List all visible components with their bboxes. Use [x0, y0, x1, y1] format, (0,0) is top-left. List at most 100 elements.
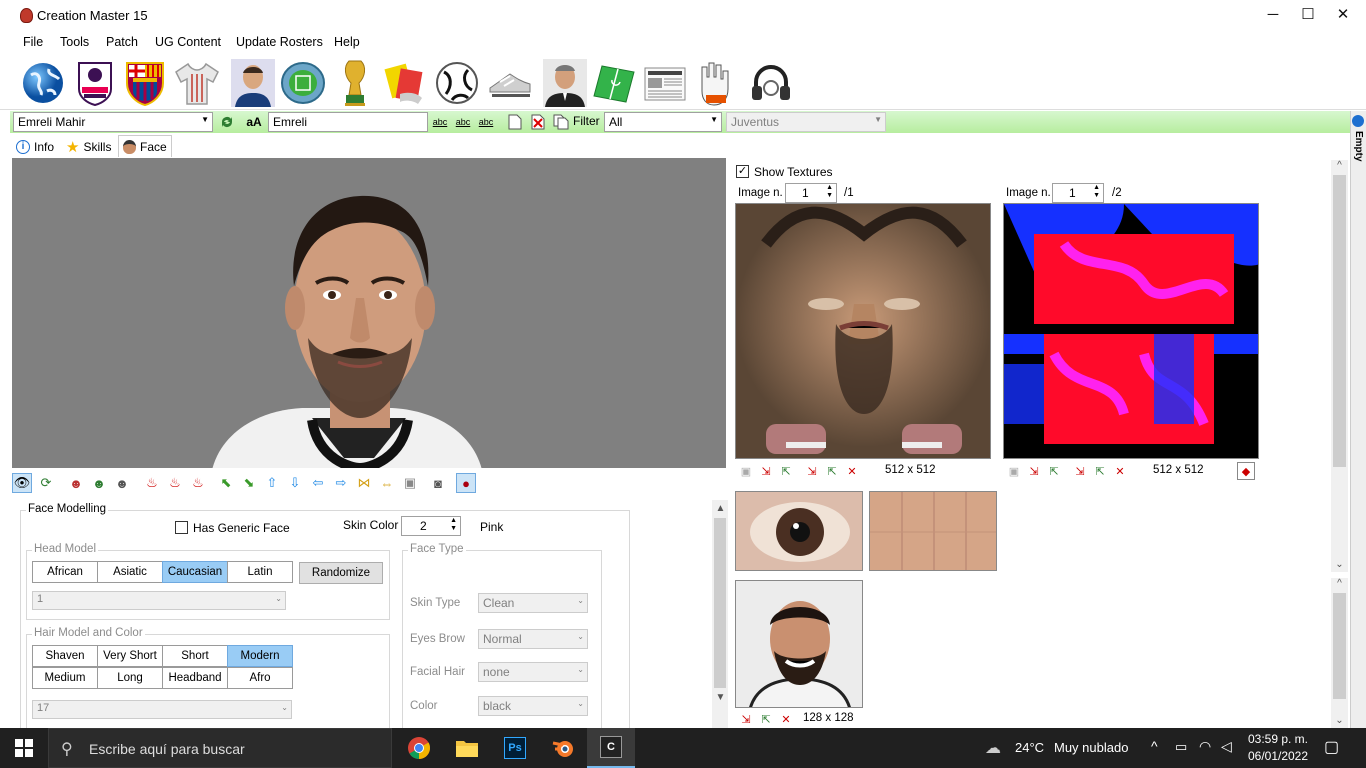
headphones-icon[interactable]: [748, 59, 794, 107]
world-cup-trophy-icon[interactable]: [332, 59, 378, 107]
generic-face-checkbox[interactable]: [175, 521, 188, 534]
image1-spinner[interactable]: 1 ▲ ▼: [785, 183, 837, 203]
zoom-out-icon[interactable]: ⇔: [377, 473, 397, 493]
menu-file[interactable]: File: [19, 35, 47, 49]
hair-afro[interactable]: Afro: [227, 667, 293, 689]
abc-spell-button-3[interactable]: abc: [476, 112, 496, 132]
move-up-icon[interactable]: ⇧: [262, 473, 282, 493]
notifications-icon[interactable]: ▢: [1324, 737, 1339, 757]
move-down-icon[interactable]: ⇩: [285, 473, 305, 493]
match-ball-icon[interactable]: [434, 59, 480, 107]
eye-icon[interactable]: 👁: [12, 473, 32, 493]
import-icon[interactable]: ⇱: [1045, 462, 1063, 480]
clock-time[interactable]: 03:59 p. m.: [1247, 732, 1309, 746]
textures-scrollbar-bottom[interactable]: ^ ⌄: [1331, 578, 1348, 728]
hair-modern[interactable]: Modern: [227, 645, 293, 667]
color-combo[interactable]: black ⌄: [478, 696, 588, 716]
textures-scrollbar-top[interactable]: ^ ⌄: [1331, 160, 1348, 572]
team-combo[interactable]: Juventus ▼: [726, 112, 886, 132]
copy-document-icon[interactable]: [551, 112, 571, 132]
randomize-button[interactable]: Randomize: [299, 562, 383, 584]
hair-medium[interactable]: Medium: [32, 667, 98, 689]
head-model-asiatic[interactable]: Asiatic: [97, 561, 163, 583]
pitch-icon[interactable]: [592, 59, 638, 107]
hair-index-combo[interactable]: 17 ⌄: [32, 700, 292, 719]
head-export-icon[interactable]: ☻: [66, 473, 86, 493]
hair-very-short[interactable]: Very Short: [97, 645, 163, 667]
head-model-african[interactable]: African: [32, 561, 98, 583]
export-icon[interactable]: ⇲: [1025, 462, 1043, 480]
image2-spinner[interactable]: 1 ▲ ▼: [1052, 183, 1104, 203]
move-left-icon[interactable]: ⇦: [308, 473, 328, 493]
blender-icon[interactable]: [539, 728, 587, 768]
delete-icon[interactable]: ✕: [777, 710, 795, 728]
refresh-view-icon[interactable]: ⟳: [36, 473, 56, 493]
delete-document-icon[interactable]: [528, 112, 548, 132]
wifi-icon[interactable]: ◠: [1199, 738, 1211, 755]
menu-update-rosters[interactable]: Update Rosters: [232, 35, 327, 49]
import-all-icon[interactable]: ⇱: [823, 462, 841, 480]
facial-hair-combo[interactable]: none ⌄: [478, 662, 588, 682]
import-icon[interactable]: ⇱: [777, 462, 795, 480]
font-case-button[interactable]: aA: [244, 112, 264, 132]
hair-shaven[interactable]: Shaven: [32, 645, 98, 667]
export-icon[interactable]: ⇲: [757, 462, 775, 480]
tab-info[interactable]: i Info: [12, 137, 58, 157]
goalkeeper-gloves-icon[interactable]: [694, 59, 740, 107]
abc-spell-button-2[interactable]: abc: [453, 112, 473, 132]
camera-icon[interactable]: ◙: [428, 473, 448, 493]
taskbar-search-box[interactable]: ⚲ Escribe aquí para buscar: [48, 728, 392, 768]
hair-short[interactable]: Short: [162, 645, 228, 667]
menu-patch[interactable]: Patch: [102, 35, 142, 49]
football-boots-icon[interactable]: [486, 59, 532, 107]
color-picker-icon[interactable]: ◆: [1237, 462, 1255, 480]
stadium-icon[interactable]: [280, 59, 326, 107]
refresh-icon[interactable]: [217, 112, 237, 132]
newspaper-icon[interactable]: [642, 59, 688, 107]
skin-color-spinner[interactable]: 2 ▲ ▼: [401, 516, 461, 536]
name-field[interactable]: Emreli: [268, 112, 428, 132]
show-textures-checkbox[interactable]: ✓: [736, 165, 749, 178]
head-index-combo[interactable]: 1 ⌄: [32, 591, 286, 610]
filter-combo[interactable]: All ▼: [604, 112, 722, 132]
chevron-up-icon[interactable]: ^: [1151, 738, 1158, 754]
referee-cards-icon[interactable]: [382, 59, 428, 107]
globe-icon[interactable]: [20, 59, 66, 107]
save-disk-icon[interactable]: ▣: [400, 473, 420, 493]
face-3d-viewport[interactable]: [12, 158, 726, 468]
close-button[interactable]: ✕: [1320, 0, 1366, 30]
side-dock-strip[interactable]: Empty: [1350, 111, 1366, 728]
export-icon[interactable]: ⇲: [737, 710, 755, 728]
kit-shirt-icon[interactable]: [174, 59, 220, 107]
clock-date[interactable]: 06/01/2022: [1247, 749, 1309, 763]
kit-view-icon[interactable]: ●: [456, 473, 476, 493]
chrome-icon[interactable]: [395, 728, 443, 768]
move-right-icon[interactable]: ⇨: [331, 473, 351, 493]
windows-start-icon[interactable]: [0, 728, 48, 768]
head-model-caucasian[interactable]: Caucasian: [162, 561, 228, 583]
weather-temp[interactable]: 24°C: [1015, 740, 1044, 755]
rotate-down-right-icon[interactable]: ⬊: [239, 473, 259, 493]
head-import-icon[interactable]: ☻: [89, 473, 109, 493]
import-all-icon[interactable]: ⇱: [1091, 462, 1109, 480]
player-combo[interactable]: Emreli Mahir ▼: [13, 112, 213, 132]
delete-icon[interactable]: ✕: [843, 462, 861, 480]
delete-icon[interactable]: ✕: [1111, 462, 1129, 480]
hair-delete-icon[interactable]: ♨: [188, 473, 208, 493]
export-all-icon[interactable]: ⇲: [803, 462, 821, 480]
hair-long[interactable]: Long: [97, 667, 163, 689]
weather-desc[interactable]: Muy nublado: [1054, 740, 1128, 755]
save-icon[interactable]: ▣: [737, 462, 755, 480]
zoom-in-icon[interactable]: ⋈: [354, 473, 374, 493]
menu-tools[interactable]: Tools: [56, 35, 93, 49]
face-panel-scrollbar[interactable]: ▲ ▼: [712, 500, 728, 728]
save-icon[interactable]: ▣: [1005, 462, 1023, 480]
player-portrait-icon[interactable]: [230, 59, 276, 107]
hair-export-icon[interactable]: ♨: [142, 473, 162, 493]
manager-portrait-icon[interactable]: [542, 59, 588, 107]
tab-face[interactable]: Face: [118, 135, 172, 157]
tab-skills[interactable]: ★ Skills: [62, 137, 115, 157]
file-explorer-icon[interactable]: [443, 728, 491, 768]
fc-barcelona-crest-icon[interactable]: [122, 59, 168, 107]
battery-icon[interactable]: ▭: [1175, 739, 1187, 755]
